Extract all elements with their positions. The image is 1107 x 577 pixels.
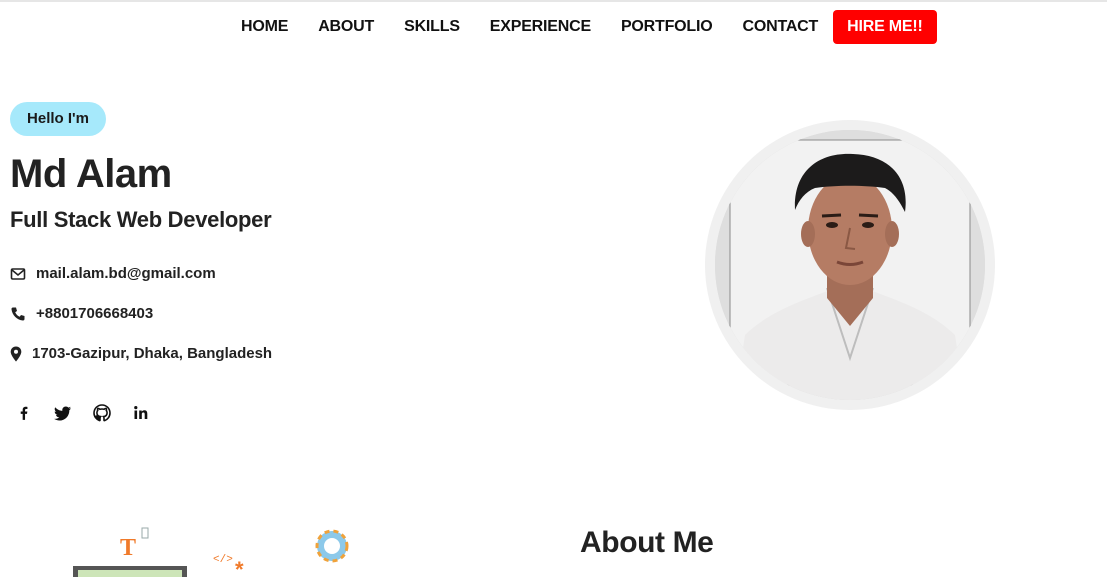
email-row: mail.alam.bd@gmail.com: [10, 265, 216, 282]
top-border: [0, 0, 1107, 2]
linkedin-icon[interactable]: [131, 403, 151, 423]
svg-text:*: *: [235, 557, 244, 577]
about-illustration: T </> *: [40, 520, 380, 577]
hire-me-button[interactable]: HIRE ME!!: [833, 10, 937, 44]
nav-about[interactable]: ABOUT: [303, 10, 389, 44]
svg-text:T: T: [120, 535, 136, 561]
greeting-badge: Hello I'm: [10, 102, 106, 136]
page: HOME ABOUT SKILLS EXPERIENCE PORTFOLIO C…: [0, 0, 1107, 577]
nav-home[interactable]: HOME: [226, 10, 303, 44]
phone-text[interactable]: +8801706668403: [36, 305, 153, 322]
nav-portfolio[interactable]: PORTFOLIO: [606, 10, 728, 44]
address-row: 1703-Gazipur, Dhaka, Bangladesh: [10, 345, 272, 362]
nav-contact[interactable]: CONTACT: [727, 10, 833, 44]
nav-skills[interactable]: SKILLS: [389, 10, 475, 44]
address-text: 1703-Gazipur, Dhaka, Bangladesh: [32, 345, 273, 362]
map-marker-icon: [10, 346, 22, 362]
profile-photo-frame: [705, 120, 995, 410]
main-nav: HOME ABOUT SKILLS EXPERIENCE PORTFOLIO C…: [226, 10, 937, 44]
about-title: About Me: [580, 526, 714, 559]
svg-text:</>: </>: [213, 554, 233, 566]
twitter-icon[interactable]: [53, 403, 73, 423]
phone-row: +8801706668403: [10, 305, 153, 322]
hero-role: Full Stack Web Developer: [10, 207, 272, 232]
hero-name: Md Alam: [10, 152, 172, 196]
profile-photo: [715, 130, 985, 400]
email-text[interactable]: mail.alam.bd@gmail.com: [36, 265, 216, 282]
phone-icon: [10, 306, 26, 322]
social-links: [14, 403, 170, 423]
facebook-icon[interactable]: [14, 403, 34, 423]
nav-experience[interactable]: EXPERIENCE: [475, 10, 606, 44]
envelope-icon: [10, 266, 26, 282]
github-icon[interactable]: [92, 403, 112, 423]
